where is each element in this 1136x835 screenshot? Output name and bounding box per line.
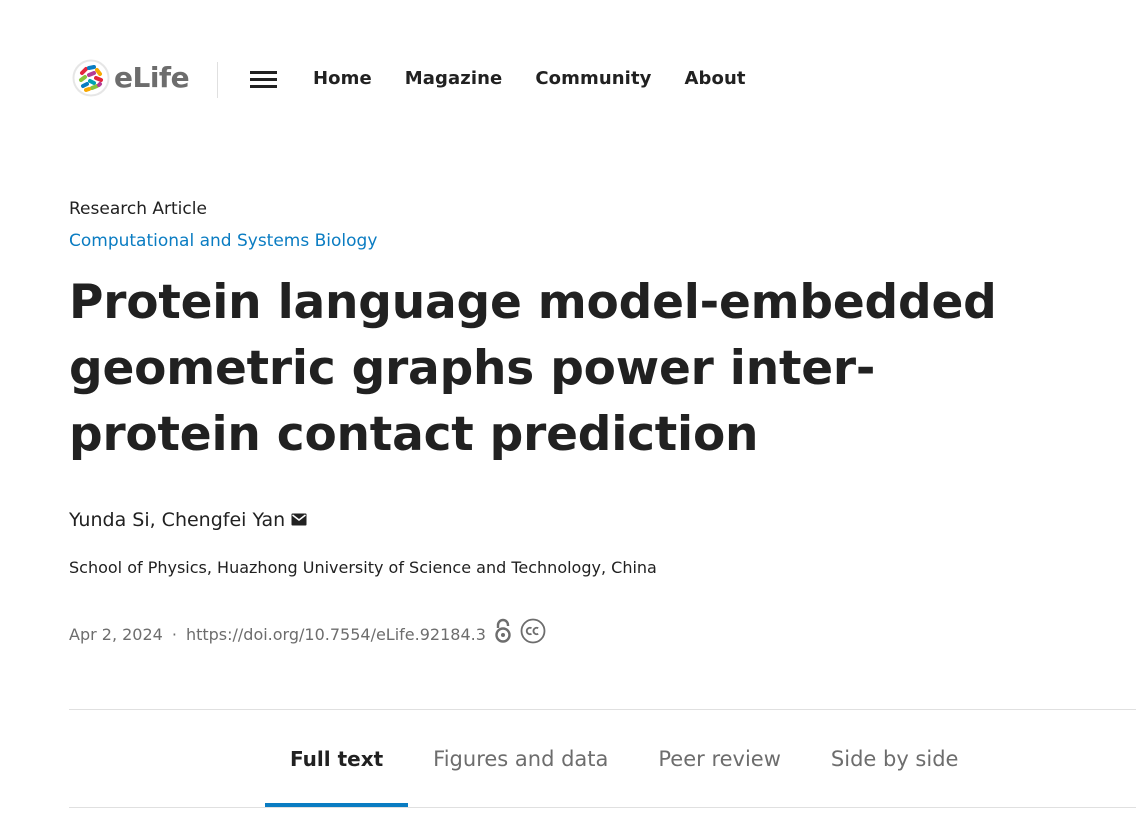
article-type: Research Article	[69, 199, 207, 219]
tab-side-by-side[interactable]: Side by side	[806, 710, 984, 808]
menu-bar	[250, 71, 277, 74]
page: eLife Home Magazine Community About Rese…	[0, 0, 1136, 835]
authors-link[interactable]: Yunda Si, Chengfei Yan	[69, 506, 285, 534]
site-header: eLife Home Magazine Community About	[0, 0, 1136, 160]
menu-bar	[250, 78, 277, 81]
tab-peer-review[interactable]: Peer review	[633, 710, 806, 808]
meta-separator: ·	[171, 624, 177, 644]
elife-logo-link[interactable]: eLife	[72, 58, 190, 98]
main-nav: Home Magazine Community About	[313, 66, 746, 92]
open-access-icon[interactable]	[494, 618, 512, 651]
subject-link[interactable]: Computational and Systems Biology	[69, 228, 377, 254]
tab-figures-and-data[interactable]: Figures and data	[408, 710, 633, 808]
nav-link-community[interactable]: Community	[535, 66, 651, 92]
author-list: Yunda Si, Chengfei Yan	[69, 506, 1069, 534]
publication-date: Apr 2, 2024	[69, 624, 163, 644]
nav-link-home[interactable]: Home	[313, 66, 372, 92]
hamburger-menu-icon[interactable]	[250, 68, 277, 92]
tabs-bottom-divider	[69, 807, 1136, 808]
article-header: Research Article Computational and Syste…	[69, 196, 1069, 651]
mail-icon[interactable]	[291, 506, 307, 534]
affiliation: School of Physics, Huazhong University o…	[69, 558, 657, 577]
article-title: Protein language model-embedded geometri…	[69, 275, 997, 462]
menu-bar	[250, 85, 277, 88]
creative-commons-icon[interactable]	[520, 618, 546, 651]
nav-link-about[interactable]: About	[684, 66, 745, 92]
header-divider	[217, 62, 218, 98]
article-tabs: Full text Figures and data Peer review S…	[265, 710, 983, 808]
doi-link[interactable]: https://doi.org/10.7554/eLife.92184.3	[186, 623, 486, 647]
article-meta: Apr 2, 2024 · https://doi.org/10.7554/eL…	[69, 618, 1069, 651]
tab-full-text[interactable]: Full text	[265, 710, 409, 808]
elife-logo-icon	[72, 59, 110, 97]
logo-text: eLife	[114, 61, 190, 94]
nav-link-magazine[interactable]: Magazine	[405, 66, 503, 92]
